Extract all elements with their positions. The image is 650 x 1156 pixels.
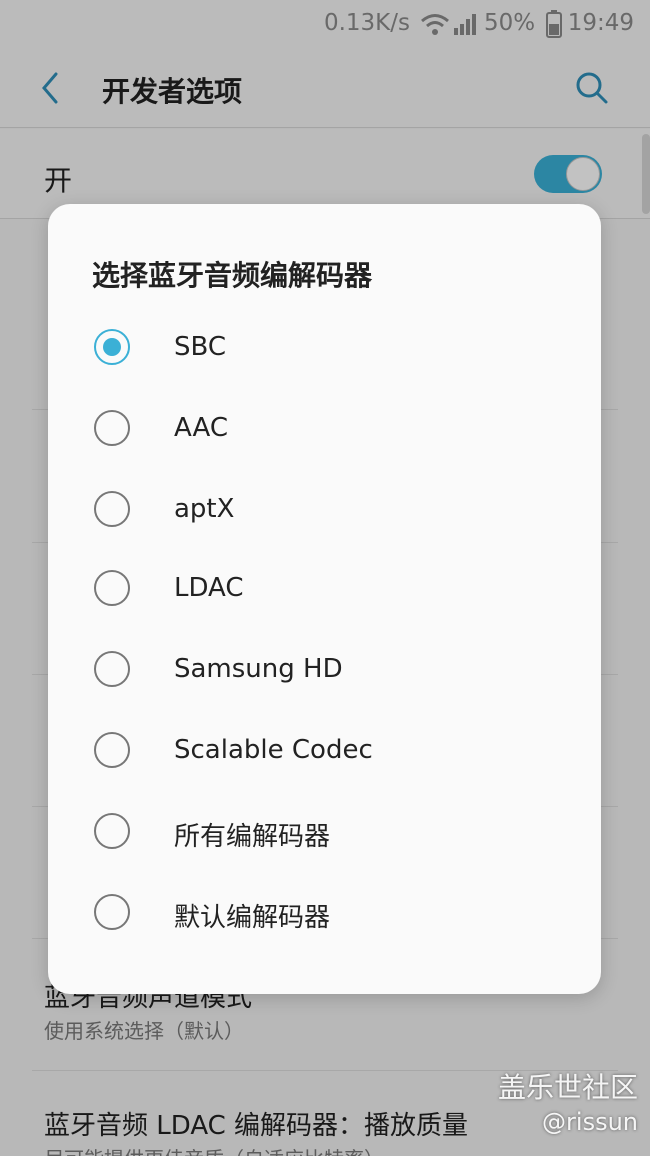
watermark-user: @rissun	[542, 1108, 638, 1136]
option-label: aptX	[174, 494, 235, 524]
codec-option-default[interactable]: 默认编解码器	[48, 872, 601, 952]
codec-option-sbc[interactable]: SBC	[48, 307, 601, 387]
radio-button[interactable]	[94, 570, 130, 606]
radio-dot-icon	[103, 338, 121, 356]
codec-select-dialog: 选择蓝牙音频编解码器 SBC AAC aptX LDAC Samsung HD …	[48, 204, 601, 994]
option-label: SBC	[174, 332, 227, 362]
option-label: LDAC	[174, 573, 244, 603]
option-label: AAC	[174, 413, 228, 443]
watermark-title: 盖乐世社区	[497, 1071, 638, 1104]
option-label: Scalable Codec	[174, 735, 373, 765]
radio-button[interactable]	[94, 732, 130, 768]
radio-button[interactable]	[94, 491, 130, 527]
codec-option-ldac[interactable]: LDAC	[48, 548, 601, 628]
radio-button[interactable]	[94, 813, 130, 849]
option-label: Samsung HD	[174, 654, 343, 684]
codec-option-aptx[interactable]: aptX	[48, 469, 601, 549]
radio-button[interactable]	[94, 410, 130, 446]
codec-option-scalable[interactable]: Scalable Codec	[48, 710, 601, 790]
radio-button[interactable]	[94, 651, 130, 687]
dialog-title: 选择蓝牙音频编解码器	[92, 259, 373, 292]
option-label: 所有编解码器	[174, 822, 331, 852]
codec-option-samsung-hd[interactable]: Samsung HD	[48, 629, 601, 709]
option-label: 默认编解码器	[174, 903, 331, 933]
radio-button-selected[interactable]	[94, 329, 130, 365]
codec-option-all[interactable]: 所有编解码器	[48, 791, 601, 871]
radio-button[interactable]	[94, 894, 130, 930]
codec-option-aac[interactable]: AAC	[48, 388, 601, 468]
